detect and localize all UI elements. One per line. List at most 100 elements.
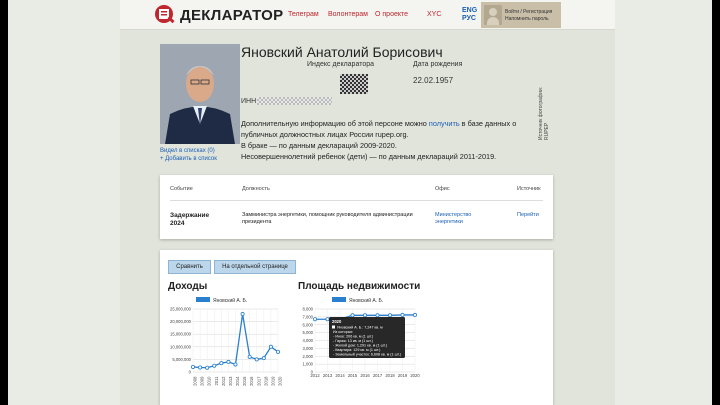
tooltip-line: Яновский А. Б.: 7,247 кв. м: [337, 326, 383, 330]
events-table: Событие Должность Офис Источник Задержан…: [160, 175, 553, 239]
nav-xyc[interactable]: XYC: [427, 11, 441, 18]
x-tick-label: 2017: [256, 376, 261, 386]
position-cell: Замминистра энергетики, помощник руковод…: [242, 212, 413, 225]
x-tick-label: 2018: [263, 376, 268, 386]
inn-label: ИНН: [241, 98, 257, 105]
table-divider: [170, 200, 543, 201]
login-link[interactable]: Войти / Регистрация: [505, 9, 552, 15]
x-tick-label: 2018: [385, 373, 395, 378]
add-to-list-link[interactable]: + Добавить в список: [160, 156, 217, 162]
source-link[interactable]: Перейти: [517, 212, 539, 219]
data-point: [254, 357, 259, 362]
tooltip-line: - Земельный участок: 6,608 кв. м (1 шт.): [333, 353, 401, 357]
y-tick-label: 8,000: [303, 307, 314, 312]
x-tick-label: 2014: [335, 373, 345, 378]
avatar-icon: [484, 5, 502, 25]
children-info: Несовершеннолетний ребенок (дети) — по д…: [241, 152, 497, 161]
legend-swatch: [332, 297, 346, 302]
event-cell: Задержание 2024: [170, 212, 210, 227]
x-tick-label: 2013: [228, 376, 233, 386]
tooltip-line: - Гараж: 13 кв. м (1 шт.): [333, 339, 373, 343]
x-tick-label: 2012: [221, 376, 226, 386]
y-tick-label: 25,000,000: [170, 307, 192, 312]
person-name: Яновский Анатолий Борисович: [241, 44, 443, 60]
tooltip-line: - Жилой дом: 1,291 кв. м (1 шт.): [333, 344, 387, 348]
col-office: Офис: [435, 186, 450, 192]
legend-label: Яновский А. Б.: [349, 297, 383, 304]
tooltip-line: Из которых:: [333, 330, 353, 334]
x-tick-label: 2012: [310, 373, 320, 378]
marriage-info: В браке — по данным деклараций 2009-2020…: [241, 141, 397, 150]
data-point: [205, 365, 210, 370]
logo-text[interactable]: ДЕКЛАРАТОР: [180, 7, 283, 24]
office-link[interactable]: Министерство энергетики: [435, 212, 495, 226]
col-source: Источник: [517, 186, 541, 192]
nav-about[interactable]: О проекте: [375, 11, 408, 18]
separate-page-button[interactable]: На отдельной странице: [214, 260, 296, 274]
x-tick-label: 2013: [323, 373, 333, 378]
remind-password-link[interactable]: Напомнить пароль: [505, 16, 549, 22]
y-tick-label: 5,000,000: [172, 357, 191, 362]
seen-in-lists-link[interactable]: Видел в списках (0): [160, 148, 215, 154]
birth-date: 22.02.1957: [413, 76, 454, 85]
data-point: [226, 359, 231, 364]
nav-telegram[interactable]: Телеграм: [288, 11, 319, 18]
y-tick-label: 15,000,000: [170, 332, 192, 337]
x-tick-label: 2019: [270, 376, 275, 386]
lang-en[interactable]: ENG: [462, 7, 477, 14]
nav-volunteers[interactable]: Волонтерам: [328, 11, 368, 18]
data-point: [325, 317, 330, 322]
x-tick-label: 2009: [200, 376, 205, 386]
tooltip-title: 2020: [332, 319, 342, 324]
data-point: [198, 365, 203, 370]
col-event: Событие: [170, 186, 193, 192]
legend-swatch: [196, 297, 210, 302]
content-column: ДЕКЛАРАТОР Телеграм Волонтерам О проекте…: [120, 0, 615, 405]
photo-source-name[interactable]: RUPEP: [544, 123, 550, 140]
charts-panel: Сравнить На отдельной странице Доходы Пл…: [160, 250, 553, 405]
y-tick-label: 0: [189, 370, 192, 375]
x-tick-label: 2011: [214, 376, 219, 386]
property-chart: Яновский А. Б.01,0002,0003,0004,0005,000…: [303, 297, 420, 378]
data-point: [219, 361, 224, 366]
x-tick-label: 2016: [249, 376, 254, 386]
y-tick-label: 1,000: [303, 362, 314, 367]
data-point: [375, 313, 380, 318]
site-header: ДЕКЛАРАТОР Телеграм Волонтерам О проекте…: [120, 0, 615, 30]
data-point: [363, 313, 368, 318]
video-frame: ДЕКЛАРАТОР Телеграм Волонтерам О проекте…: [0, 0, 720, 405]
x-tick-label: 2015: [348, 373, 358, 378]
income-chart: Яновский А. Б. 0 5,000,000 10,000,000 15,000…: [170, 297, 283, 386]
x-tick-label: 2008: [193, 376, 198, 386]
y-tick-label: 3,000: [303, 346, 314, 351]
data-point: [388, 313, 393, 318]
data-point: [247, 354, 252, 359]
data-point: [350, 313, 355, 318]
index-label: Индекс декларатора: [307, 61, 374, 68]
compare-button[interactable]: Сравнить: [168, 260, 211, 274]
tooltip-line: - Иное: 206 кв. м (1 шт.): [333, 335, 373, 339]
x-tick-label: 2020: [410, 373, 420, 378]
data-point: [400, 312, 405, 317]
rupep-link[interactable]: получить: [429, 119, 460, 128]
tooltip-line: - Квартира: 129 кв. м (1 шт.): [333, 348, 380, 352]
data-point: [190, 364, 195, 369]
login-box[interactable]: Войти / Регистрация Напомнить пароль: [481, 2, 561, 28]
logo-icon[interactable]: [154, 4, 176, 26]
income-chart-title: Доходы: [168, 281, 208, 292]
inn-redacted: [257, 97, 332, 105]
x-tick-label: 2020: [278, 376, 283, 386]
data-point: [276, 349, 281, 354]
lang-ru[interactable]: РУС: [462, 15, 476, 22]
x-tick-label: 2017: [373, 373, 383, 378]
data-point: [212, 363, 217, 368]
data-point: [240, 312, 245, 317]
tooltip-swatch: [332, 325, 335, 329]
person-photo: [160, 44, 240, 144]
y-tick-label: 20,000,000: [170, 319, 192, 324]
x-tick-label: 2014: [235, 376, 240, 386]
declarant-index-qr: [340, 74, 368, 94]
x-tick-label: 2010: [207, 376, 212, 386]
y-tick-label: 5,000: [303, 330, 314, 335]
data-point: [261, 356, 266, 361]
